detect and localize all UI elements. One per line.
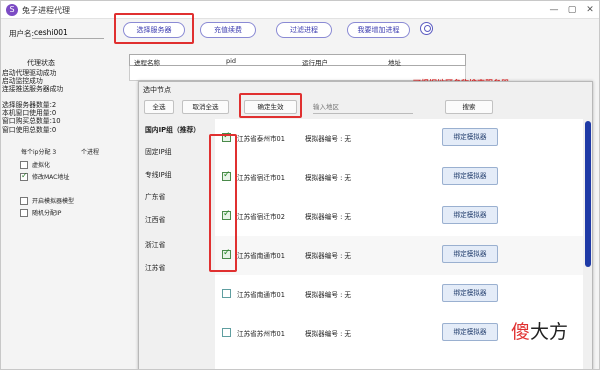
usage-stats: 选择服务器数量:2 本机窗口使用量:0 窗口购买总数量:10 窗口使用总数量:0 bbox=[2, 101, 61, 134]
node-row: 江苏省宿迁市02 模拟器编号 : 无 绑定模拟器 bbox=[215, 197, 583, 236]
minimize-button[interactable]: — bbox=[545, 3, 563, 17]
node-name: 江苏省南通市01 bbox=[237, 252, 285, 260]
username-field[interactable] bbox=[32, 26, 104, 39]
app-window: S 兔子进程代理 — ▢ ✕ 用户名: 代理状态 启动代理驱动成功 启动监控成功… bbox=[0, 0, 600, 370]
per-ip-value[interactable]: 3 bbox=[52, 149, 56, 156]
option-random-ip[interactable]: 随机分配IP bbox=[20, 208, 61, 217]
checkbox[interactable] bbox=[20, 171, 28, 181]
region-search-input[interactable] bbox=[313, 100, 413, 114]
node-list-scrollbar[interactable] bbox=[584, 119, 592, 369]
recharge-button[interactable]: 充值续费 bbox=[200, 22, 256, 38]
stat-line: 窗口购买总数量:10 bbox=[2, 117, 61, 126]
restore-button[interactable]: ▢ bbox=[563, 3, 581, 17]
select-all-button[interactable]: 全选 bbox=[144, 100, 174, 114]
node-row: 江苏省南通市01 模拟器编号 : 无 绑定模拟器 bbox=[215, 236, 583, 275]
per-ip-unit: 个进程 bbox=[81, 149, 100, 156]
status-line: 启动代理驱动成功 bbox=[2, 69, 57, 77]
node-row: 江苏省泰州市01 模拟器编号 : 无 绑定模拟器 bbox=[215, 119, 583, 158]
region-item[interactable]: 江苏省 bbox=[145, 262, 165, 272]
bind-emulator-button[interactable]: 绑定模拟器 bbox=[442, 323, 498, 341]
add-process-button[interactable]: 我要增加进程 bbox=[347, 22, 410, 38]
node-row: 江苏省南通市01 模拟器编号 : 无 绑定模拟器 bbox=[215, 275, 583, 314]
bind-emulator-button[interactable]: 绑定模拟器 bbox=[442, 245, 498, 263]
region-list: 国内IP组（推荐） 固定IP组 专线IP组 广东省 江西省 浙江省 江苏省 bbox=[145, 122, 215, 367]
stat-line: 窗口使用总数量:0 bbox=[2, 125, 57, 134]
option-virtualize[interactable]: 虚拟化 bbox=[20, 160, 50, 169]
node-emulator-id: 模拟器编号 : 无 bbox=[305, 213, 351, 221]
region-item[interactable]: 浙江省 bbox=[145, 239, 165, 249]
filter-process-button[interactable]: 过滤进程 bbox=[276, 22, 332, 38]
status-messages: 启动代理驱动成功 启动监控成功 连接推送服务器成功 bbox=[2, 69, 63, 94]
app-logo-icon: S bbox=[6, 4, 18, 16]
region-item[interactable]: 专线IP组 bbox=[145, 169, 172, 179]
proxy-status-title: 代理状态 bbox=[27, 59, 55, 67]
watermark: 傻大方 bbox=[511, 321, 569, 343]
search-button[interactable]: 搜索 bbox=[445, 100, 493, 114]
status-line: 连接推送服务器成功 bbox=[2, 85, 64, 94]
option-modify-mac[interactable]: 修改MAC地址 bbox=[20, 171, 69, 181]
user-profile-icon[interactable] bbox=[420, 22, 433, 35]
close-button[interactable]: ✕ bbox=[581, 3, 599, 17]
node-name: 江苏省苏州市01 bbox=[237, 330, 285, 338]
node-emulator-id: 模拟器编号 : 无 bbox=[305, 291, 351, 299]
node-emulator-id: 模拟器编号 : 无 bbox=[305, 135, 351, 143]
bind-emulator-button[interactable]: 绑定模拟器 bbox=[442, 206, 498, 224]
option-emulator-model[interactable]: 开启模拟器模型 bbox=[20, 196, 74, 205]
region-item[interactable]: 国内IP组（推荐） bbox=[145, 124, 200, 134]
left-panel: 用户名: 代理状态 启动代理驱动成功 启动监控成功 连接推送服务器成功 选择服务… bbox=[1, 19, 119, 369]
node-checkbox[interactable] bbox=[222, 328, 231, 337]
title-bar: S 兔子进程代理 — ▢ ✕ bbox=[1, 1, 599, 19]
per-ip-label: 每个ip分配 3 bbox=[21, 149, 57, 156]
deselect-all-button[interactable]: 取消全选 bbox=[182, 100, 229, 114]
highlight-checkboxes bbox=[209, 134, 237, 272]
region-item[interactable]: 固定IP组 bbox=[145, 146, 172, 156]
node-row: 江苏省宿迁市01 模拟器编号 : 无 绑定模拟器 bbox=[215, 158, 583, 197]
stat-line: 选择服务器数量:2 bbox=[2, 101, 57, 109]
app-title: 兔子进程代理 bbox=[22, 6, 70, 15]
highlight-confirm bbox=[239, 93, 302, 118]
highlight-select-server bbox=[114, 13, 194, 44]
bind-emulator-button[interactable]: 绑定模拟器 bbox=[442, 167, 498, 185]
node-emulator-id: 模拟器编号 : 无 bbox=[305, 174, 351, 182]
node-name: 江苏省南通市01 bbox=[237, 291, 285, 299]
username-label: 用户名: bbox=[9, 29, 35, 38]
bind-emulator-button[interactable]: 绑定模拟器 bbox=[442, 128, 498, 146]
checkbox[interactable] bbox=[20, 208, 28, 217]
dialog-title: 选中节点 bbox=[143, 86, 171, 94]
region-item[interactable]: 江西省 bbox=[145, 214, 165, 224]
node-name: 江苏省泰州市01 bbox=[237, 135, 285, 143]
node-name: 江苏省宿迁市01 bbox=[237, 174, 285, 182]
checkbox[interactable] bbox=[20, 160, 28, 169]
process-table-header: 进程名称 pid 运行用户 地址 bbox=[129, 54, 466, 67]
col-pid: pid bbox=[226, 57, 237, 65]
bind-emulator-button[interactable]: 绑定模拟器 bbox=[442, 284, 498, 302]
node-emulator-id: 模拟器编号 : 无 bbox=[305, 330, 351, 338]
node-emulator-id: 模拟器编号 : 无 bbox=[305, 252, 351, 260]
node-checkbox[interactable] bbox=[222, 289, 231, 298]
node-name: 江苏省宿迁市02 bbox=[237, 213, 285, 221]
checkbox[interactable] bbox=[20, 196, 28, 205]
region-item[interactable]: 广东省 bbox=[145, 191, 165, 201]
scrollbar-thumb[interactable] bbox=[585, 121, 591, 267]
